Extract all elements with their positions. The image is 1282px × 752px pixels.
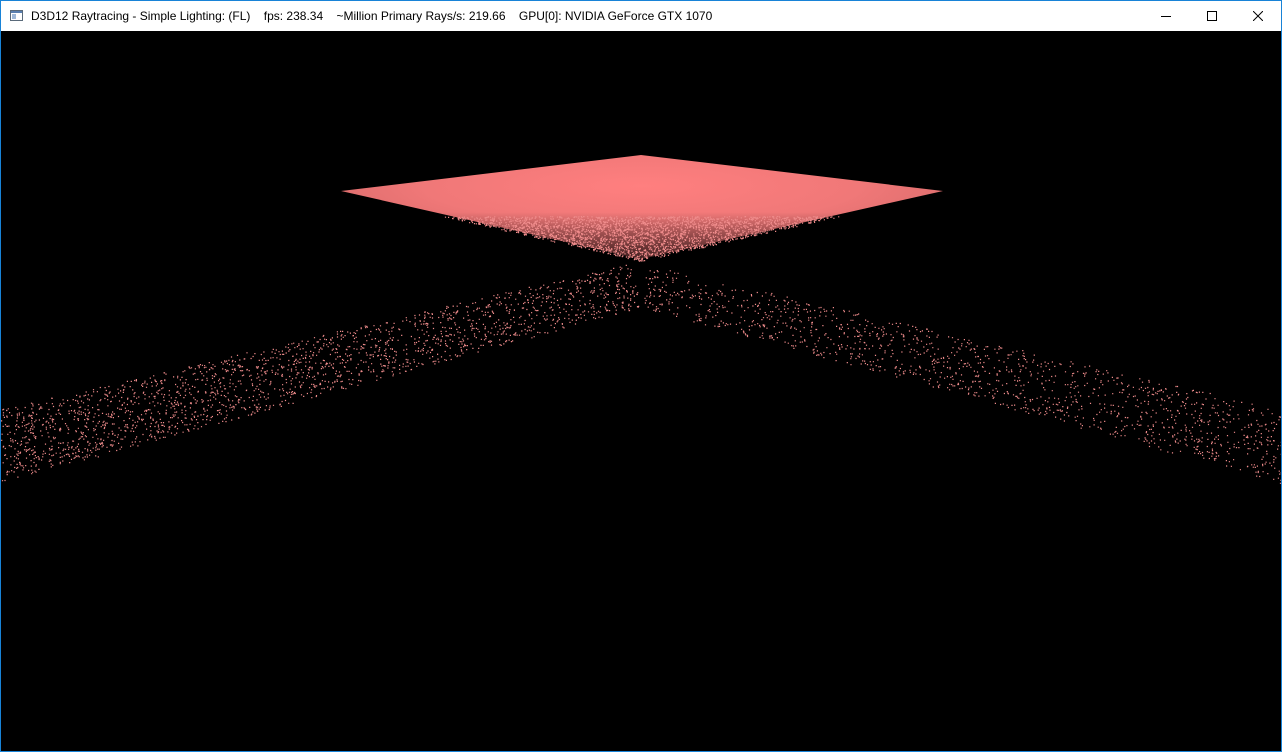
maximize-button[interactable] <box>1189 1 1235 31</box>
title-bar[interactable]: D3D12 Raytracing - Simple Lighting: (FL)… <box>1 1 1281 31</box>
minimize-icon <box>1161 11 1171 21</box>
maximize-icon <box>1207 11 1217 21</box>
scene-background <box>1 31 1281 751</box>
minimize-button[interactable] <box>1143 1 1189 31</box>
window-title: D3D12 Raytracing - Simple Lighting: (FL)… <box>31 9 713 23</box>
close-icon <box>1253 11 1263 21</box>
app-window: D3D12 Raytracing - Simple Lighting: (FL)… <box>0 0 1282 752</box>
close-button[interactable] <box>1235 1 1281 31</box>
render-viewport[interactable] <box>1 31 1281 751</box>
raytraced-scene <box>1 31 1281 751</box>
window-app-icon <box>10 10 23 21</box>
